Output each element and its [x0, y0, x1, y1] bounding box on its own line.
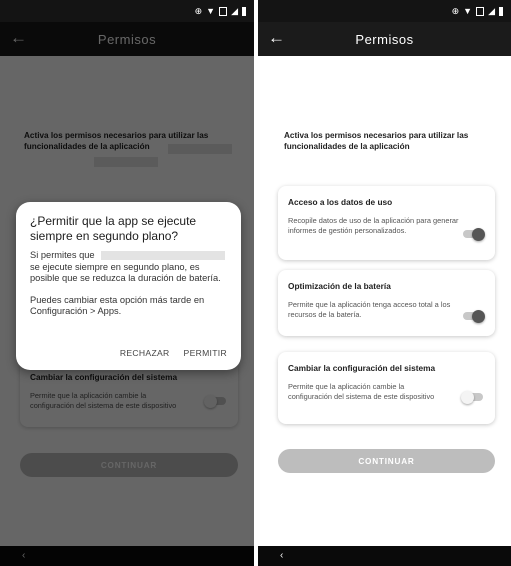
continue-button[interactable]: CONTINUAR [278, 449, 495, 473]
permission-title: Cambiar la configuración del sistema [288, 363, 436, 373]
system-settings-toggle[interactable] [461, 390, 483, 404]
permission-card-usage-data[interactable]: Acceso a los datos de uso Recopile datos… [278, 186, 495, 260]
allow-button[interactable]: PERMITIR [184, 348, 227, 358]
permission-description: Permite que la aplicación cambie la conf… [288, 382, 435, 401]
sync-icon: ⊕ [451, 6, 460, 16]
wifi-icon: ▼ [206, 6, 216, 16]
signal-icon: ◢ [231, 6, 238, 16]
redacted-app-name [101, 251, 226, 261]
dialog-line2: se ejecute siempre en segundo plano, es … [30, 261, 221, 284]
permission-card-system-settings[interactable]: Cambiar la configuración del sistema Per… [278, 352, 495, 424]
sync-icon: ⊕ [194, 6, 203, 16]
permission-title: Optimización de la batería [288, 281, 391, 291]
battery-icon [242, 6, 246, 16]
dialog-body: Si permites que se ejecute siempre en se… [30, 250, 227, 318]
page-title: Permisos [355, 31, 414, 47]
background-permission-dialog: ¿Permitir que la app se ejecute siempre … [16, 202, 241, 370]
toggle-knob [472, 309, 485, 323]
permission-card-battery[interactable]: Optimización de la batería Permite que l… [278, 270, 495, 336]
intro-text: Activa los permisos necesarios para util… [284, 131, 469, 151]
wifi-icon: ▼ [463, 6, 473, 16]
battery-icon [499, 6, 503, 16]
dialog-line1: Si permites que [30, 250, 95, 260]
app-bar: ← Permisos [258, 22, 511, 56]
nav-back-icon[interactable]: ‹ [280, 550, 283, 561]
dialog-paragraph2: Puedes cambiar esta opción más tarde en … [30, 294, 205, 317]
deny-button[interactable]: RECHAZAR [120, 348, 170, 358]
permissions-content: Activa los permisos necesarios para util… [258, 56, 511, 546]
status-bar: ⊕ ▼ ◢ [0, 0, 254, 22]
dialog-actions: RECHAZAR PERMITIR [120, 348, 227, 358]
toggle-knob [461, 390, 474, 404]
back-arrow-icon[interactable]: ← [268, 28, 285, 48]
lte-icon [476, 6, 485, 16]
left-screen: ⊕ ▼ ◢ ← Permisos Activa los permisos nec… [0, 0, 254, 566]
lte-icon [219, 6, 228, 16]
battery-toggle[interactable] [463, 309, 485, 323]
permission-description: Permite que la aplicación tenga acceso t… [288, 300, 451, 319]
toggle-knob [472, 227, 485, 241]
dialog-title: ¿Permitir que la app se ejecute siempre … [30, 214, 197, 243]
permission-description: Recopile datos de uso de la aplicación p… [288, 216, 459, 235]
nav-bar: ‹ [258, 546, 511, 566]
right-screen: ⊕ ▼ ◢ ← Permisos Activa los permisos nec… [258, 0, 511, 566]
permission-title: Acceso a los datos de uso [288, 197, 393, 207]
usage-data-toggle[interactable] [463, 227, 485, 241]
status-bar: ⊕ ▼ ◢ [258, 0, 511, 22]
signal-icon: ◢ [488, 6, 495, 16]
